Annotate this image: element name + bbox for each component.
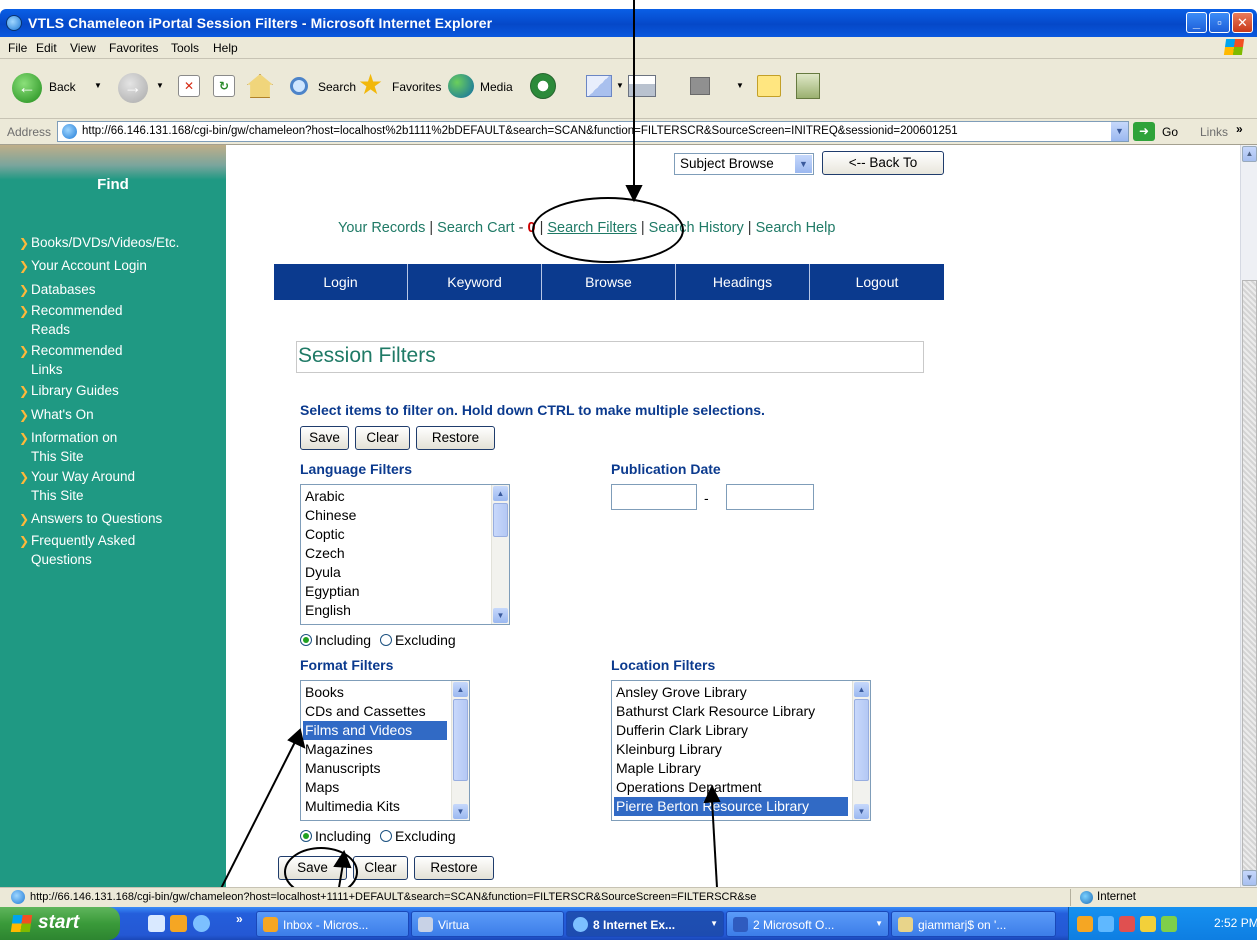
quick-launch-more-icon[interactable]: » xyxy=(236,912,243,926)
taskbar: start » Inbox - Micros... Virtua 8 Inter… xyxy=(0,907,1257,940)
scroll-thumb[interactable] xyxy=(1242,280,1257,880)
tray-outlook-icon[interactable] xyxy=(1077,916,1093,932)
scroll-up-icon[interactable]: ▲ xyxy=(1242,146,1257,162)
ie-icon xyxy=(573,917,588,932)
task-virtua[interactable]: Virtua xyxy=(411,911,564,937)
quick-launch-outlook-icon[interactable] xyxy=(170,915,187,932)
globe-icon xyxy=(1080,891,1093,904)
tray-network-icon[interactable] xyxy=(1098,916,1114,932)
task-microsoft-office[interactable]: 2 Microsoft O... ▼ xyxy=(726,911,889,937)
annotation-arrowhead xyxy=(333,849,352,869)
status-text: http://66.146.131.168/cgi-bin/gw/chamele… xyxy=(30,891,757,903)
security-zone-label: Internet xyxy=(1097,891,1136,903)
annotation-arrowhead xyxy=(625,185,643,203)
scroll-down-icon[interactable]: ▼ xyxy=(1242,870,1257,886)
chevron-down-icon: ▼ xyxy=(875,919,883,928)
status-bar: http://66.146.131.168/cgi-bin/gw/chamele… xyxy=(0,887,1257,907)
chevron-down-icon: ▼ xyxy=(710,919,718,928)
word-icon xyxy=(733,917,748,932)
annotation-arrows xyxy=(194,0,721,940)
start-label[interactable]: start xyxy=(38,912,79,934)
tray-utility-icon[interactable] xyxy=(1140,916,1156,932)
annotation-arrowhead xyxy=(287,728,306,749)
outlook-icon xyxy=(263,917,278,932)
windows-flag-icon xyxy=(10,915,33,932)
virtua-icon xyxy=(418,917,433,932)
tray-app-icon[interactable] xyxy=(1161,916,1177,932)
system-tray: 2:52 PM xyxy=(1068,907,1257,940)
task-internet-explorer[interactable]: 8 Internet Ex... ▼ xyxy=(566,911,724,937)
task-inbox[interactable]: Inbox - Micros... xyxy=(256,911,409,937)
annotation-arrowhead xyxy=(703,784,721,804)
tray-antivirus-icon[interactable] xyxy=(1119,916,1135,932)
page-icon xyxy=(11,890,25,904)
quick-launch-ie-icon[interactable] xyxy=(193,915,210,932)
quick-launch-desktop-icon[interactable] xyxy=(148,915,165,932)
task-giammarj[interactable]: giammarj$ on '... xyxy=(891,911,1056,937)
status-divider xyxy=(1070,889,1071,906)
network-drive-icon xyxy=(898,917,913,932)
start-button[interactable]: start xyxy=(0,907,120,940)
page-scrollbar[interactable]: ▲ ▼ xyxy=(1240,145,1257,887)
clock: 2:52 PM xyxy=(1214,916,1257,930)
